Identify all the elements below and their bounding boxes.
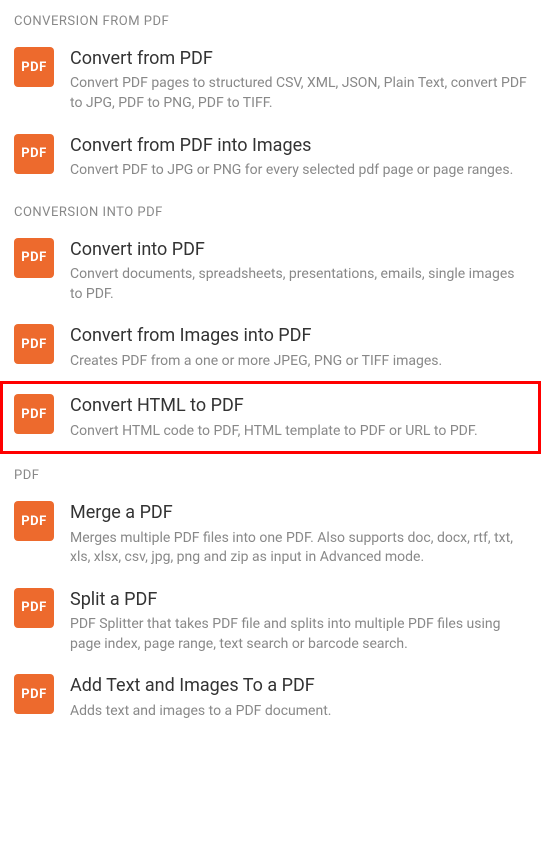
item-description: Merges multiple PDF files into one PDF. … (70, 529, 527, 568)
pdf-icon: PDF (14, 47, 54, 87)
item-title: Convert HTML to PDF (70, 394, 527, 417)
item-title: Convert into PDF (70, 238, 527, 261)
item-title: Convert from PDF into Images (70, 134, 527, 157)
list-item[interactable]: PDF Convert from PDF into Images Convert P… (0, 124, 541, 191)
pdf-icon: PDF (14, 674, 54, 714)
item-description: Convert PDF pages to structured CSV, XML… (70, 74, 527, 113)
list-item[interactable]: PDF Merge a PDF Merges multiple PDF files … (0, 491, 541, 578)
item-text: Convert HTML to PDF Convert HTML code to … (70, 394, 527, 441)
section-header: PDF (0, 454, 541, 491)
item-title: Convert from PDF (70, 47, 527, 70)
item-text: Add Text and Images To a PDF Adds text an… (70, 674, 527, 721)
list-item[interactable]: PDF Convert from Images into PDF Creates P… (0, 314, 541, 381)
item-text: Convert from Images into PDF Creates PDF … (70, 324, 527, 371)
list-item[interactable]: PDF Convert HTML to PDF Convert HTML code … (0, 381, 541, 454)
list-item[interactable]: PDF Add Text and Images To a PDF Adds text… (0, 664, 541, 731)
item-text: Convert into PDF Convert documents, sprea… (70, 238, 527, 305)
item-text: Split a PDF PDF Splitter that takes PDF f… (70, 588, 527, 655)
pdf-icon: PDF (14, 238, 54, 278)
item-description: Adds text and images to a PDF document. (70, 702, 527, 722)
list-item[interactable]: PDF Convert from PDF Convert PDF pages to … (0, 37, 541, 124)
item-text: Merge a PDF Merges multiple PDF files int… (70, 501, 527, 568)
item-description: Convert HTML code to PDF, HTML template … (70, 422, 527, 442)
pdf-icon: PDF (14, 134, 54, 174)
pdf-icon: PDF (14, 501, 54, 541)
pdf-icon: PDF (14, 324, 54, 364)
item-description: Convert PDF to JPG or PNG for every sele… (70, 161, 527, 181)
item-description: PDF Splitter that takes PDF file and spl… (70, 615, 527, 654)
item-description: Convert documents, spreadsheets, present… (70, 265, 527, 304)
section-header: CONVERSION INTO PDF (0, 191, 541, 228)
list-item[interactable]: PDF Split a PDF PDF Splitter that takes PD… (0, 578, 541, 665)
item-description: Creates PDF from a one or more JPEG, PNG… (70, 352, 527, 372)
item-text: Convert from PDF into Images Convert PDF … (70, 134, 527, 181)
item-text: Convert from PDF Convert PDF pages to str… (70, 47, 527, 114)
pdf-icon: PDF (14, 588, 54, 628)
item-title: Convert from Images into PDF (70, 324, 527, 347)
item-title: Merge a PDF (70, 501, 527, 524)
connector-list: CONVERSION FROM PDFPDFConvert from PDFCo… (0, 0, 541, 731)
item-title: Add Text and Images To a PDF (70, 674, 527, 697)
pdf-icon: PDF (14, 394, 54, 434)
list-item[interactable]: PDF Convert into PDF Convert documents, sp… (0, 228, 541, 315)
item-title: Split a PDF (70, 588, 527, 611)
section-header: CONVERSION FROM PDF (0, 0, 541, 37)
